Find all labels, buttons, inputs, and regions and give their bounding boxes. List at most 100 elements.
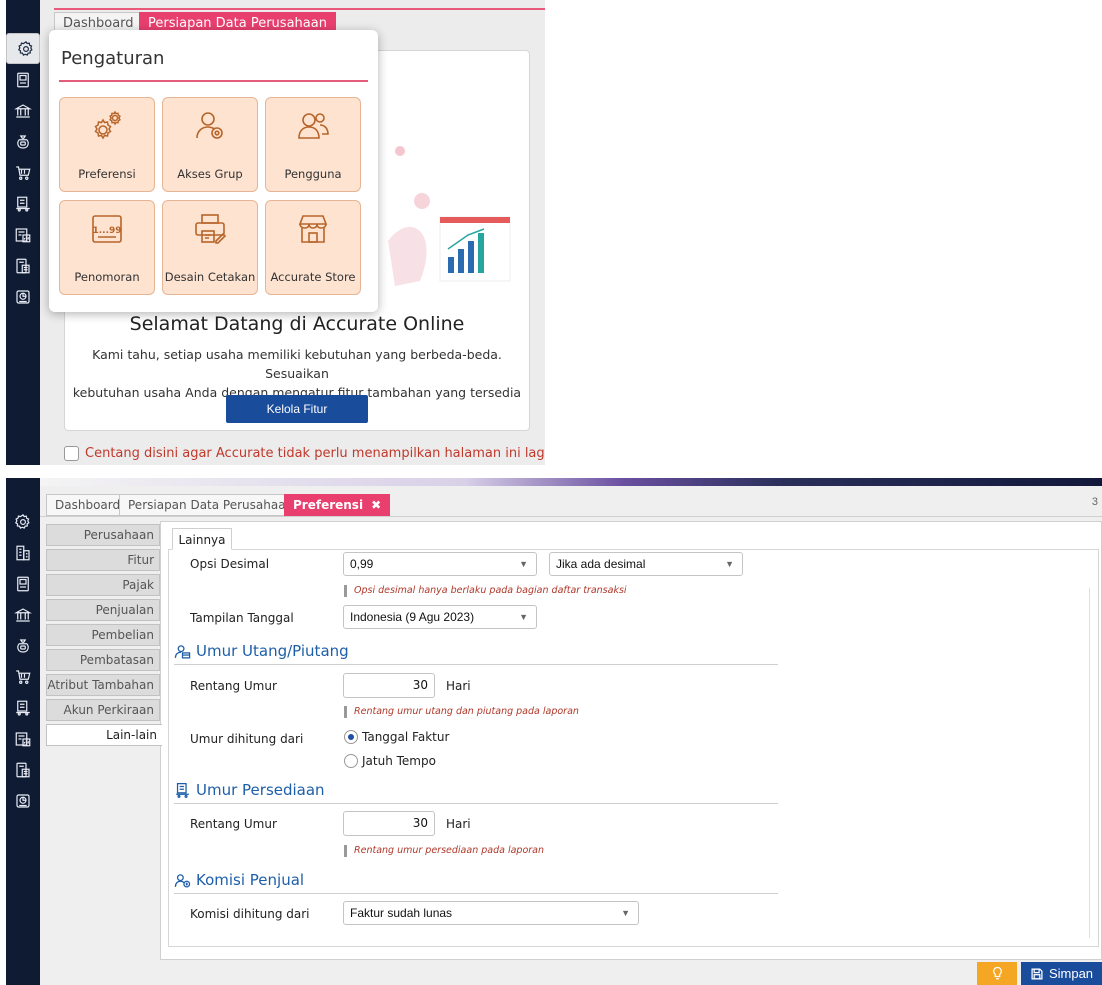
radio-label: Tanggal Faktur <box>362 730 450 744</box>
tampilan-tanggal-select[interactable]: Indonesia (9 Agu 2023) ▼ <box>343 605 537 629</box>
radio-selected-icon[interactable] <box>344 730 358 744</box>
sidebar-item-pembatasan[interactable]: Pembatasan <box>46 649 160 671</box>
ledger-book-icon[interactable] <box>6 568 40 599</box>
top-screenshot: Dashboard Persiapan Data Perusahaan Sela… <box>0 0 545 465</box>
top-accent-line <box>54 8 545 10</box>
tile-desain-cetakan[interactable]: Desain Cetakan <box>162 200 258 295</box>
sidebar-item-penjualan[interactable]: Penjualan <box>46 599 160 621</box>
tile-label: Akses Grup <box>177 167 243 181</box>
opsi-desimal-value: 0,99 <box>350 557 374 571</box>
rentang-umur-utang-input[interactable]: 30 <box>343 673 435 698</box>
sidebar-item-perusahaan[interactable]: Perusahaan <box>46 524 160 546</box>
sidebar-item-lain-lain[interactable]: Lain-lain <box>46 724 162 746</box>
section-umur-utang: Umur Utang/Piutang <box>174 642 349 660</box>
rentang-umur-unit: Hari <box>446 679 471 693</box>
opsi-desimal-mode-value: Jika ada desimal <box>556 557 646 571</box>
tax-document-icon[interactable] <box>6 754 40 785</box>
ledger-book-icon[interactable] <box>6 64 40 95</box>
icon-sidebar <box>6 478 40 985</box>
debt-age-icon <box>174 644 191 659</box>
opsi-desimal-label: Opsi Desimal <box>190 557 270 571</box>
tampilan-tanggal-value: Indonesia (9 Agu 2023) <box>350 610 475 624</box>
printer-design-icon <box>195 214 227 244</box>
kelola-fitur-button[interactable]: Kelola Fitur <box>226 395 368 423</box>
komisi-dihitung-select[interactable]: Faktur sudah lunas ▼ <box>343 901 639 925</box>
money-bag-icon[interactable] <box>6 630 40 661</box>
tax-document-icon[interactable] <box>6 250 40 281</box>
tile-accurate-store[interactable]: Accurate Store <box>265 200 361 295</box>
dashboard-report-icon[interactable] <box>6 785 40 816</box>
section-title: Komisi Penjual <box>196 871 305 889</box>
asset-report-icon[interactable] <box>6 723 40 754</box>
top-header-strip <box>40 478 1102 486</box>
rentang-umur-persediaan-input[interactable]: 30 <box>343 811 435 836</box>
hide-page-checkbox-row[interactable]: Centang disini agar Accurate tidak perlu… <box>64 446 545 461</box>
sidebar-item-fitur[interactable]: Fitur <box>46 549 160 571</box>
asset-report-icon[interactable] <box>6 219 40 250</box>
opsi-desimal-hint: Opsi desimal hanya berlaku pada bagian d… <box>344 585 627 597</box>
section-divider <box>174 664 778 665</box>
shopping-cart-icon[interactable] <box>6 157 40 188</box>
tab-lainnya[interactable]: Lainnya <box>172 528 232 550</box>
tab-preferensi-label: Preferensi <box>293 498 364 512</box>
simpan-button[interactable]: Simpan <box>1021 962 1102 985</box>
bank-icon[interactable] <box>6 95 40 126</box>
tile-pengguna[interactable]: Pengguna <box>265 97 361 192</box>
tile-label: Penomoran <box>74 270 140 284</box>
welcome-illustration-icon <box>388 146 511 286</box>
bank-icon[interactable] <box>6 599 40 630</box>
popover-divider <box>59 80 368 82</box>
rentang-umur-label: Rentang Umur <box>190 679 277 693</box>
tile-preferensi[interactable]: Preferensi <box>59 97 155 192</box>
radio-empty-icon[interactable] <box>344 754 358 768</box>
bottom-screenshot: Dashboard Persiapan Data Perusahaan Pref… <box>0 478 1102 985</box>
hide-page-checkbox[interactable] <box>64 446 79 461</box>
close-tab-icon[interactable]: ✖ <box>371 498 381 512</box>
komisi-dihitung-value: Faktur sudah lunas <box>350 906 453 920</box>
inventory-cart-icon[interactable] <box>6 692 40 723</box>
tampilan-tanggal-label: Tampilan Tanggal <box>190 611 294 625</box>
radio-tanggal-faktur[interactable]: Tanggal Faktur <box>344 730 449 744</box>
icon-sidebar <box>6 0 40 465</box>
rentang-umur-unit: Hari <box>446 817 471 831</box>
tab-divider <box>40 516 1102 517</box>
tab-preferensi[interactable]: Preferensi ✖ <box>284 494 391 516</box>
vertical-scrollbar[interactable] <box>1089 588 1098 938</box>
user-group-icon <box>196 112 223 139</box>
rentang-umur-persediaan-hint: Rentang umur persediaan pada laporan <box>344 845 544 857</box>
pengaturan-popover: Pengaturan Preferensi Akses Grup Penggun… <box>49 30 378 312</box>
money-bag-icon[interactable] <box>6 126 40 157</box>
section-divider <box>174 803 778 804</box>
chevron-down-icon: ▼ <box>621 908 630 918</box>
inventory-cart-icon[interactable] <box>6 188 40 219</box>
rentang-umur-label: Rentang Umur <box>190 817 277 831</box>
tab-dashboard[interactable]: Dashboard <box>46 494 130 516</box>
section-divider <box>174 893 778 894</box>
sidebar-item-akun-perkiraan[interactable]: Akun Perkiraan <box>46 699 160 721</box>
radio-jatuh-tempo[interactable]: Jatuh Tempo <box>344 754 436 768</box>
settings-gear-icon[interactable] <box>6 506 40 537</box>
tips-button[interactable] <box>977 962 1017 985</box>
shopping-cart-icon[interactable] <box>6 661 40 692</box>
radio-label: Jatuh Tempo <box>362 754 436 768</box>
tab-persiapan-data[interactable]: Persiapan Data Perusahaan <box>119 494 303 516</box>
dashboard-report-icon[interactable] <box>6 281 40 312</box>
sidebar-item-pembelian[interactable]: Pembelian <box>46 624 160 646</box>
gears-icon <box>94 110 121 140</box>
sidebar-item-atribut-tambahan[interactable]: Atribut Tambahan <box>46 674 160 696</box>
chevron-down-icon: ▼ <box>519 612 528 622</box>
opsi-desimal-select[interactable]: 0,99 ▼ <box>343 552 537 576</box>
section-title: Umur Utang/Piutang <box>196 642 349 660</box>
chevron-down-icon: ▼ <box>519 559 528 569</box>
lainnya-panel <box>168 549 1099 947</box>
tile-akses-grup[interactable]: Akses Grup <box>162 97 258 192</box>
company-building-icon[interactable] <box>6 537 40 568</box>
tile-label: Preferensi <box>78 167 136 181</box>
settings-gear-icon[interactable] <box>6 33 40 64</box>
tile-penomoran[interactable]: 1...99 Penomoran <box>59 200 155 295</box>
users-icon <box>298 113 329 139</box>
inventory-age-icon <box>176 782 189 798</box>
sidebar-item-pajak[interactable]: Pajak <box>46 574 160 596</box>
sales-commission-icon <box>174 873 191 888</box>
opsi-desimal-mode-select[interactable]: Jika ada desimal ▼ <box>549 552 743 576</box>
